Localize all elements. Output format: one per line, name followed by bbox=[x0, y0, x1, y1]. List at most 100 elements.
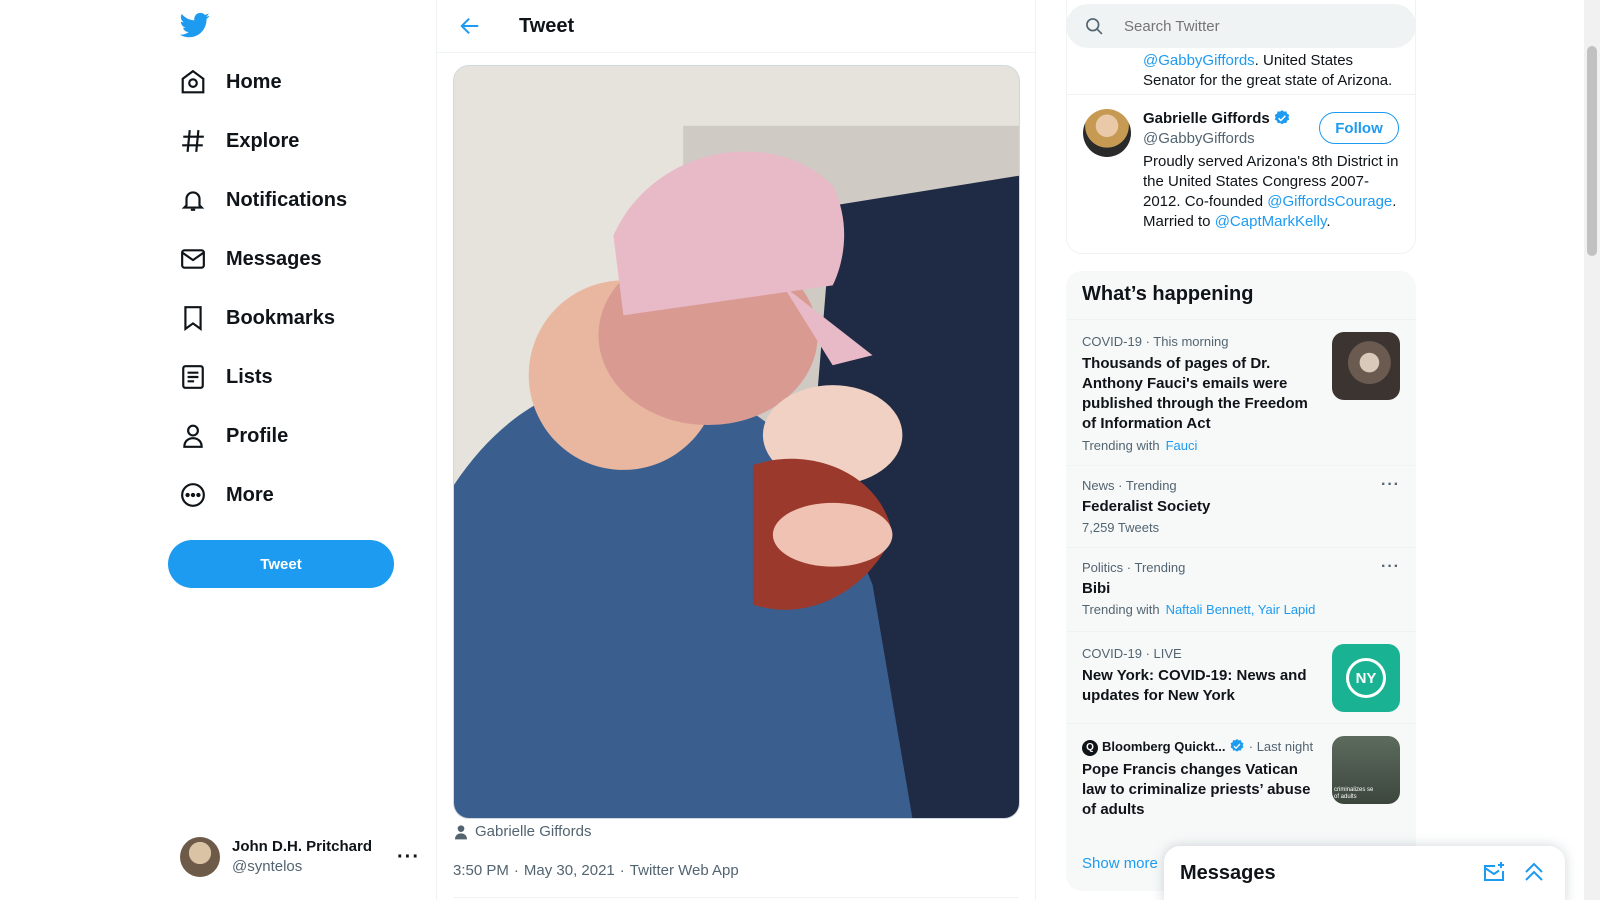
search-input[interactable] bbox=[1124, 17, 1394, 35]
more-icon[interactable]: ··· bbox=[1381, 476, 1400, 494]
more-circle-icon bbox=[180, 482, 206, 508]
nav-profile-label: Profile bbox=[226, 424, 289, 447]
main-column: Tweet Gabrielle Giffords 3:50 PM · May 30,… bbox=[436, 0, 1036, 900]
trend-item[interactable]: News · Trending Federalist Society 7,259… bbox=[1066, 465, 1416, 547]
user-handle: @GabbyGiffords bbox=[1143, 130, 1255, 147]
nav-notifications-label: Notifications bbox=[226, 188, 348, 211]
trend-context: Trending with Fauci bbox=[1082, 438, 1198, 453]
account-more-icon[interactable]: ··· bbox=[397, 846, 420, 869]
left-navigation: Home Explore Notifications Messages Book… bbox=[168, 0, 428, 900]
follow-button[interactable]: Follow bbox=[1319, 112, 1399, 144]
bell-icon bbox=[180, 187, 206, 213]
tweet-source[interactable]: Twitter Web App bbox=[630, 862, 739, 879]
nav-lists[interactable]: Lists bbox=[180, 357, 273, 397]
tweet-time[interactable]: 3:50 PM bbox=[453, 862, 509, 879]
trend-context: Trending with Naftali Bennett, Yair Lapid bbox=[1082, 602, 1316, 617]
search-box[interactable] bbox=[1066, 4, 1416, 48]
back-arrow-icon[interactable] bbox=[453, 9, 487, 43]
trend-title: Bibi bbox=[1082, 580, 1111, 597]
tweet-header: Tweet bbox=[437, 0, 1035, 53]
account-handle: @syntelos bbox=[232, 858, 303, 875]
trend-thumbnail: NY bbox=[1332, 644, 1400, 712]
trend-item[interactable]: Q Bloomberg Quickt... · Last night Pope F… bbox=[1066, 723, 1416, 833]
whats-happening-panel: What’s happening COVID-19 · This morning… bbox=[1066, 271, 1416, 891]
trend-meta: COVID-19 · LIVE bbox=[1082, 646, 1182, 661]
account-switcher[interactable]: John D.H. Pritchard @syntelos ··· bbox=[180, 834, 420, 880]
thumbnail-caption: criminalizes se of adults bbox=[1334, 787, 1374, 800]
trend-meta: News · Trending bbox=[1082, 478, 1177, 493]
tweet-button[interactable]: Tweet bbox=[168, 540, 394, 588]
tweet-photo[interactable] bbox=[453, 65, 1020, 819]
nav-more-label: More bbox=[226, 483, 274, 506]
nav-messages-label: Messages bbox=[226, 247, 322, 270]
tweet-date[interactable]: May 30, 2021 bbox=[524, 862, 615, 879]
person-icon bbox=[180, 423, 206, 449]
messages-drawer[interactable]: Messages bbox=[1164, 846, 1565, 900]
more-icon[interactable]: ··· bbox=[1381, 558, 1400, 576]
trend-thumbnail bbox=[1332, 332, 1400, 400]
trend-thumbnail: criminalizes se of adults bbox=[1332, 736, 1400, 804]
tweet-meta: 3:50 PM · May 30, 2021 · Twitter Web App bbox=[453, 862, 739, 879]
nav-explore-label: Explore bbox=[226, 129, 300, 152]
avatar[interactable] bbox=[1083, 109, 1131, 157]
avatar bbox=[180, 837, 220, 877]
previous-user-bio: @GabbyGiffords. United States Senator fo… bbox=[1143, 51, 1403, 91]
user-bio: Proudly served Arizona's 8th District in… bbox=[1143, 152, 1403, 232]
envelope-icon bbox=[180, 246, 206, 272]
list-icon bbox=[180, 364, 206, 390]
nav-bookmarks-label: Bookmarks bbox=[226, 306, 335, 329]
nav-notifications[interactable]: Notifications bbox=[180, 180, 347, 220]
new-message-icon[interactable] bbox=[1482, 860, 1508, 886]
trend-item[interactable]: COVID-19 · This morning Thousands of pag… bbox=[1066, 319, 1416, 465]
twitter-logo-icon[interactable] bbox=[179, 10, 214, 40]
photo-tag[interactable]: Gabrielle Giffords bbox=[453, 823, 591, 840]
trend-count: 7,259 Tweets bbox=[1082, 520, 1160, 535]
ny-badge: NY bbox=[1346, 658, 1386, 698]
trends-title: What’s happening bbox=[1082, 283, 1254, 305]
search-icon bbox=[1084, 16, 1104, 36]
bio-text: . bbox=[1326, 213, 1331, 230]
hashtag-icon bbox=[180, 128, 206, 154]
nav-profile[interactable]: Profile bbox=[180, 416, 288, 456]
photo-tag-name: Gabrielle Giffords bbox=[475, 823, 592, 840]
person-tag-icon bbox=[453, 824, 469, 840]
user-display-name: Gabrielle Giffords bbox=[1143, 109, 1270, 127]
trend-meta: COVID-19 · This morning bbox=[1082, 334, 1229, 349]
divider bbox=[453, 897, 1019, 898]
nav-home[interactable]: Home bbox=[180, 62, 282, 102]
trend-item[interactable]: Politics · Trending Bibi Trending with Na… bbox=[1066, 547, 1416, 631]
trend-item[interactable]: COVID-19 · LIVE New York: COVID-19: News… bbox=[1066, 631, 1416, 723]
nav-home-label: Home bbox=[226, 70, 282, 93]
account-name: John D.H. Pritchard bbox=[232, 838, 373, 855]
nav-more[interactable]: More bbox=[180, 475, 274, 515]
trend-source: Q Bloomberg Quickt... · Last night bbox=[1082, 738, 1313, 757]
nav-lists-label: Lists bbox=[226, 365, 273, 388]
trend-title: New York: COVID-19: News and updates for… bbox=[1082, 667, 1307, 704]
verified-badge-icon bbox=[1229, 738, 1245, 757]
sidebar-right: @GabbyGiffords. United States Senator fo… bbox=[1066, 0, 1416, 900]
show-more-link[interactable]: Show more bbox=[1082, 855, 1158, 872]
drawer-title: Messages bbox=[1180, 862, 1276, 884]
bio-mention-link[interactable]: @GiffordsCourage bbox=[1267, 193, 1392, 210]
user-name[interactable]: Gabrielle Giffords bbox=[1143, 109, 1291, 127]
trend-link[interactable]: Fauci bbox=[1166, 438, 1198, 453]
bio-mention-link[interactable]: @CaptMarkKelly bbox=[1215, 213, 1327, 230]
expand-up-icon[interactable] bbox=[1522, 860, 1548, 886]
nav-explore[interactable]: Explore bbox=[180, 121, 299, 161]
verified-badge-icon bbox=[1273, 109, 1291, 127]
trend-meta: Politics · Trending bbox=[1082, 560, 1186, 575]
user-cell[interactable]: Gabrielle Giffords @GabbyGiffords Follow… bbox=[1067, 94, 1415, 244]
page-title: Tweet bbox=[519, 14, 575, 37]
home-icon bbox=[180, 69, 206, 95]
trend-title: Pope Francis changes Vatican law to crim… bbox=[1082, 761, 1311, 818]
bookmark-icon bbox=[180, 305, 206, 331]
scrollbar-thumb[interactable] bbox=[1587, 46, 1597, 256]
nav-bookmarks[interactable]: Bookmarks bbox=[180, 298, 335, 338]
nav-messages[interactable]: Messages bbox=[180, 239, 322, 279]
trend-link[interactable]: Naftali Bennett, Yair Lapid bbox=[1166, 602, 1316, 617]
trend-title: Thousands of pages of Dr. Anthony Fauci'… bbox=[1082, 355, 1308, 432]
page-scrollbar[interactable] bbox=[1584, 0, 1600, 900]
bio-mention-link[interactable]: @GabbyGiffords bbox=[1143, 52, 1255, 69]
bloomberg-logo-icon: Q bbox=[1082, 739, 1098, 756]
trend-title: Federalist Society bbox=[1082, 498, 1211, 515]
